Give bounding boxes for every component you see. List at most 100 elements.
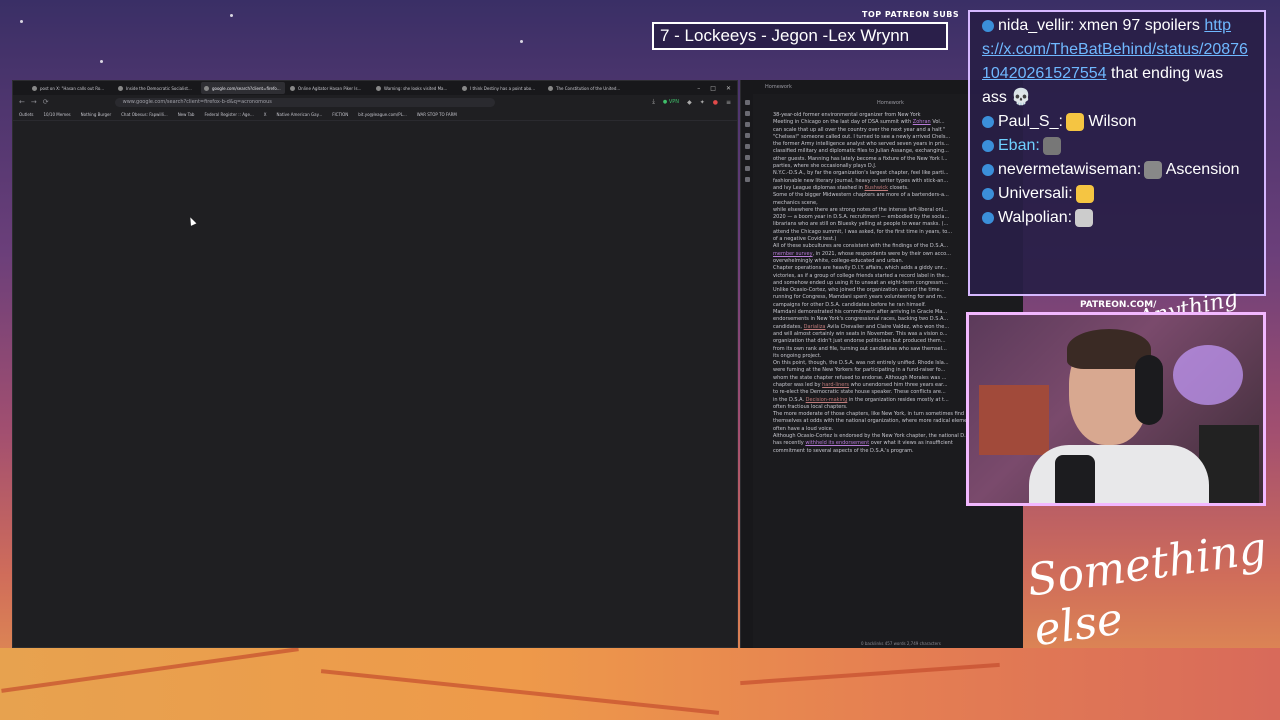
browser-tab[interactable]: Inside the Democratic Socialist... (115, 82, 199, 94)
chat-message: nida_vellir: xmen 97 spoilers https://x.… (982, 14, 1252, 110)
spellcheck-word[interactable]: Bushwick (865, 185, 889, 191)
browser-tab[interactable]: Warning: she looks visited Ma... (373, 82, 457, 94)
text-run: Unlike Ocasio-Cortez, who joined the org… (773, 287, 945, 294)
chat-username[interactable]: nida_vellir: (998, 17, 1074, 34)
browser-tab[interactable]: Online Agitator Hasan Piker Is... (287, 82, 371, 94)
menu-icon[interactable]: ≡ (726, 99, 731, 106)
spellcheck-word[interactable]: Decision-making (806, 397, 848, 403)
record-icon[interactable]: ● (713, 99, 718, 106)
document-link[interactable]: Zohran (913, 119, 931, 125)
browser-tab[interactable]: post on X: "Hasan calls out Ro... (29, 82, 113, 94)
mouse-cursor-icon (187, 216, 197, 226)
text-run: classified military and diplomatic files… (773, 148, 949, 155)
favicon-icon (204, 85, 209, 91)
text-run: attend the Chicago summit, I was asked, … (773, 228, 953, 235)
reload-icon[interactable]: ⟳ (43, 98, 49, 106)
stream-chat: nida_vellir: xmen 97 spoilers https://x.… (968, 10, 1266, 296)
shield-icon[interactable]: ◆ (687, 99, 692, 106)
tab-label: Inside the Democratic Socialist... (126, 85, 192, 91)
text-run: from its own rank and file, turning out … (773, 345, 947, 352)
maximize-icon[interactable]: □ (710, 85, 716, 92)
bookmark-item[interactable]: bit.yo@league.com/PL... (358, 112, 406, 117)
text-run: Although Ocasio-Cortez is endorsed by th… (773, 433, 976, 440)
badge-icon (982, 211, 994, 224)
spellcheck-word[interactable]: hard-liners (822, 382, 849, 388)
text-run: has recently (773, 440, 806, 447)
bookmark-item[interactable]: WAR STOP TO FARM (417, 112, 457, 117)
background-bottom (0, 648, 1280, 720)
bookmark-item[interactable]: New Tab (178, 112, 195, 117)
emote-icon (1075, 208, 1094, 227)
bookmark-item[interactable]: 10/10 Memes (43, 112, 70, 117)
chat-username[interactable]: Paul_S_: (998, 113, 1063, 130)
url-text: www.google.com/search?client=firefox-b-d… (122, 99, 272, 105)
document-link[interactable]: member survey (773, 251, 813, 257)
calendar-icon[interactable] (744, 144, 750, 149)
back-arrow-icon[interactable]: ← (19, 98, 25, 106)
editor-tab-title[interactable]: Homework (765, 84, 792, 90)
vpn-label: VPN (668, 99, 680, 105)
text-run: On this point, though, the D.S.A. was no… (773, 360, 949, 367)
bookmark-item[interactable]: Chat Obesus: Fapwilli... (121, 112, 168, 117)
favicon-icon (32, 85, 37, 91)
browser-tab[interactable]: The Constitution of the United... (545, 82, 629, 94)
text-run: candidates, (773, 323, 804, 330)
text-run: campaigns for other D.S.A. candidates be… (773, 301, 926, 308)
bookmark-item[interactable]: Nothing Burger (81, 112, 112, 117)
text-run: 38-year-old former environmental organiz… (773, 112, 921, 118)
bookmark-item[interactable]: X (264, 112, 267, 117)
editor-status-bar: 0 backlinks 457 words 2,749 characters (861, 641, 941, 646)
favicon-icon (376, 85, 381, 91)
extension-icons: ⤓ ● VPN ◆ ✦ ● ≡ (652, 98, 731, 106)
chat-message: Walpolian: (982, 206, 1252, 230)
tab-label: I think Destiny has a point abo... (470, 85, 535, 91)
browser-tab[interactable]: google.com/search?client=firefo... (201, 82, 285, 94)
text-run: mechanics scene, (773, 199, 818, 206)
text-run: and Ivy League diplomas stashed in (773, 184, 865, 191)
chat-username[interactable]: nevermetawiseman: (998, 161, 1141, 178)
chat-username[interactable]: Eban: (998, 137, 1040, 154)
document-link[interactable]: withheld its endorsement (805, 440, 869, 446)
template-icon[interactable] (744, 155, 750, 160)
text-run: parties, where she occasionally plays D.… (773, 163, 877, 170)
text-run: whom the state chapter refused to endors… (773, 374, 947, 381)
spellcheck-word[interactable]: Darializa (804, 324, 826, 330)
vpn-toggle[interactable]: ● VPN (663, 99, 679, 105)
bookmark-item[interactable]: Native American Gay... (277, 112, 323, 117)
text-run: in the organization resides mostly at t.… (847, 396, 949, 403)
document-title: Homework (877, 100, 904, 106)
browser-tab[interactable]: I think Destiny has a point abo... (459, 82, 543, 94)
patreon-subs-label: TOP PATREON SUBS (862, 10, 960, 19)
text-run: "Chelsea!" someone called out. I turned … (773, 133, 951, 140)
close-icon[interactable]: ✕ (726, 85, 731, 92)
command-icon[interactable] (744, 166, 750, 171)
minimize-icon[interactable]: – (697, 85, 700, 92)
bookmark-item[interactable]: FICTION (332, 112, 348, 117)
badge-icon (982, 163, 994, 176)
text-run: often fractious local chapters. (773, 403, 848, 410)
background-star (100, 60, 103, 63)
forward-arrow-icon[interactable]: → (31, 98, 37, 106)
bookmark-item[interactable]: Outlets (19, 112, 33, 117)
emote-icon (1042, 136, 1061, 155)
bookmark-icon[interactable] (744, 122, 750, 127)
chat-message: Eban: (982, 134, 1252, 158)
text-run: Vol... (930, 119, 945, 126)
download-icon[interactable]: ⤓ (652, 98, 655, 106)
microphone-icon (1055, 455, 1095, 503)
publish-icon[interactable] (744, 177, 750, 182)
chat-username[interactable]: Walpolian: (998, 209, 1072, 226)
text-run: other guests. Manning has lately become … (773, 155, 948, 162)
graph-icon[interactable] (744, 133, 750, 138)
puzzle-icon[interactable]: ✦ (700, 99, 705, 106)
text-run: themselves at odds with the national org… (773, 418, 975, 425)
search-icon[interactable] (744, 111, 750, 116)
background-star (20, 20, 23, 23)
badge-icon (982, 187, 994, 200)
url-bar[interactable]: www.google.com/search?client=firefox-b-d… (114, 97, 495, 107)
background-star (520, 40, 523, 43)
files-icon[interactable] (744, 100, 750, 105)
text-run: All of these subcultures are consistent … (773, 243, 949, 250)
bookmark-item[interactable]: Federal Register :: Age... (204, 112, 253, 117)
chat-username[interactable]: Universali: (998, 185, 1073, 202)
